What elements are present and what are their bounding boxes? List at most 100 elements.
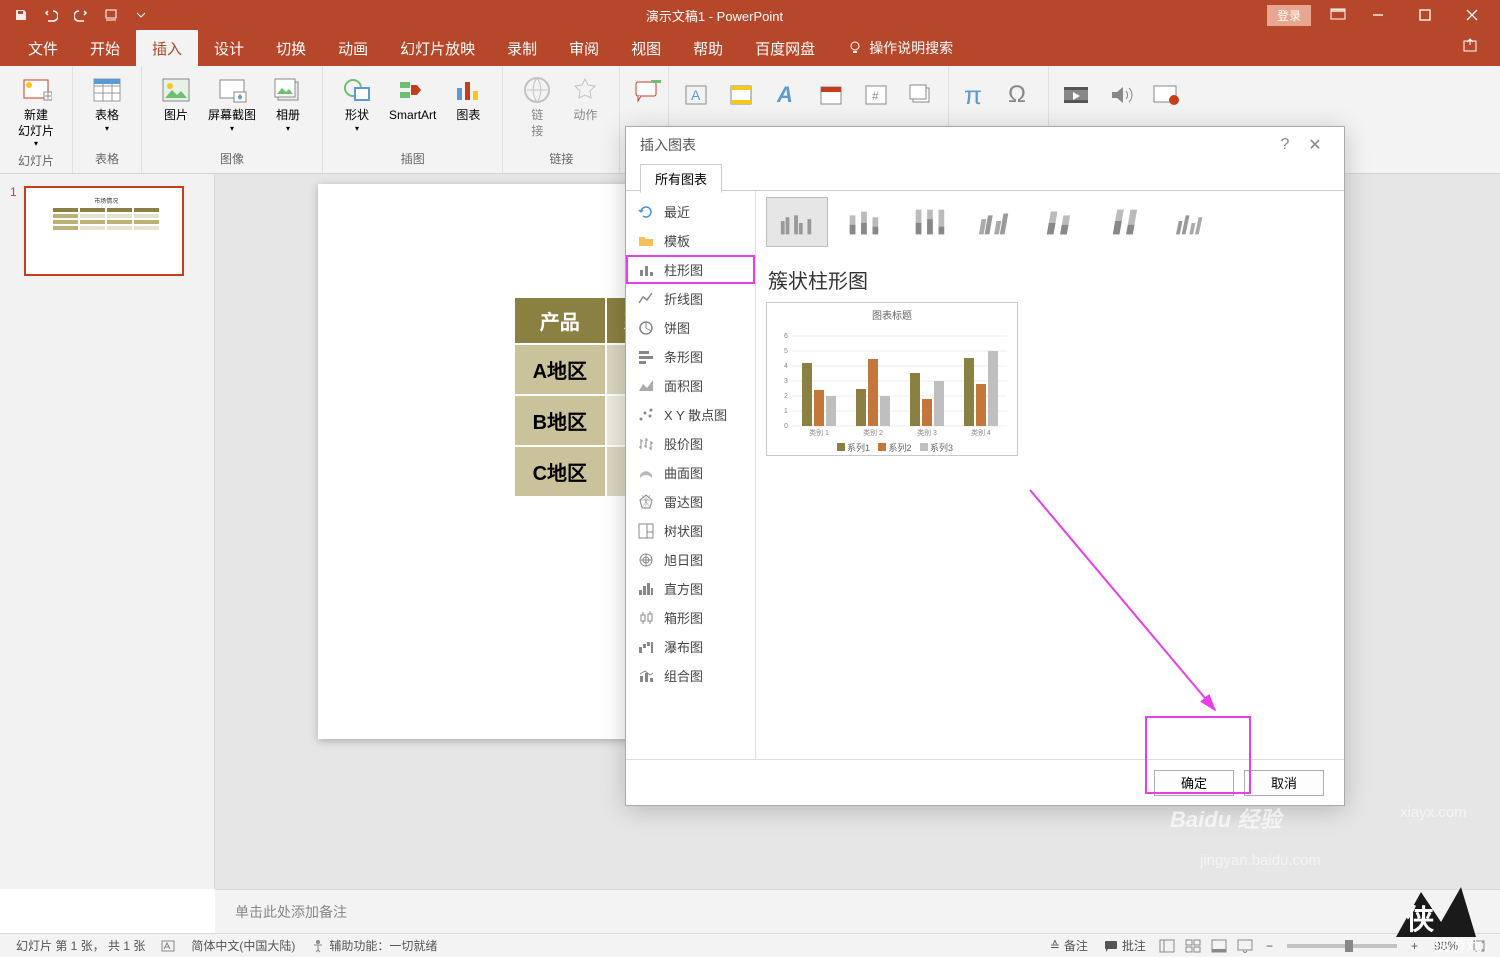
tab-help[interactable]: 帮助 <box>677 30 739 67</box>
view-sorter-button[interactable] <box>1180 936 1206 956</box>
view-normal-button[interactable] <box>1154 936 1180 956</box>
screenshot-button[interactable]: 屏幕截图▾ <box>202 72 262 148</box>
undo-icon[interactable] <box>38 2 64 28</box>
tab-review[interactable]: 审阅 <box>553 30 615 67</box>
qat-customize-icon[interactable] <box>128 2 154 28</box>
new-slide-button[interactable]: 新建 幻灯片▾ <box>12 72 60 150</box>
dialog-help-button[interactable]: ? <box>1270 136 1300 154</box>
tab-design[interactable]: 设计 <box>198 30 260 67</box>
cat-pie[interactable]: 饼图 <box>626 313 755 342</box>
audio-button[interactable] <box>1100 74 1142 116</box>
minimize-button[interactable] <box>1355 1 1400 29</box>
cat-templates[interactable]: 模板 <box>626 226 755 255</box>
group-images-label: 图像 <box>220 150 244 169</box>
cat-scatter[interactable]: X Y 散点图 <box>626 400 755 429</box>
picture-button[interactable]: 图片 <box>154 72 198 148</box>
dialog-close-button[interactable]: ✕ <box>1300 135 1330 155</box>
variant-3d-column[interactable] <box>1162 197 1224 247</box>
slide-thumbnail-1[interactable]: 市场情况 <box>24 186 184 276</box>
dialog-titlebar[interactable]: 插入图表 ? ✕ <box>626 127 1344 163</box>
save-icon[interactable] <box>8 2 34 28</box>
textbox-button[interactable]: A <box>675 74 717 116</box>
table-button[interactable]: 表格▾ <box>85 72 129 148</box>
svg-text:类别 4: 类别 4 <box>971 428 991 436</box>
cat-column[interactable]: 柱形图 <box>626 255 755 284</box>
cat-surface[interactable]: 曲面图 <box>626 458 755 487</box>
cat-waterfall[interactable]: 瀑布图 <box>626 632 755 661</box>
chart-category-list[interactable]: 最近 模板 柱形图 折线图 饼图 条形图 面积图 X Y 散点图 股价图 曲面图… <box>626 191 756 759</box>
share-button[interactable] <box>1462 37 1480 59</box>
cat-bar[interactable]: 条形图 <box>626 342 755 371</box>
variant-3d-stacked[interactable] <box>1030 197 1092 247</box>
tab-record[interactable]: 录制 <box>491 30 553 67</box>
start-from-beginning-icon[interactable] <box>98 2 124 28</box>
dialog-tab-all-charts[interactable]: 所有图表 <box>640 164 722 193</box>
variant-clustered-column[interactable] <box>766 197 828 247</box>
status-spell-icon[interactable] <box>153 939 183 953</box>
tab-view[interactable]: 视图 <box>615 30 677 67</box>
pie-chart-icon <box>638 320 654 336</box>
header-footer-button[interactable] <box>720 74 762 116</box>
slide-number-button[interactable]: # <box>855 74 897 116</box>
tab-insert[interactable]: 插入 <box>136 30 198 67</box>
variant-3d-clustered[interactable] <box>964 197 1026 247</box>
dialog-ok-button[interactable]: 确定 <box>1154 770 1234 796</box>
sunburst-icon <box>638 552 654 568</box>
svg-text:5: 5 <box>784 348 788 355</box>
date-time-button[interactable] <box>810 74 852 116</box>
login-button[interactable]: 登录 <box>1267 5 1311 26</box>
equation-button[interactable]: π <box>955 74 997 116</box>
tab-slideshow[interactable]: 幻灯片放映 <box>384 30 491 67</box>
cat-line[interactable]: 折线图 <box>626 284 755 313</box>
textbox-icon: A <box>683 82 709 108</box>
comment-button[interactable] <box>626 70 668 112</box>
screen-recording-button[interactable] <box>1145 74 1187 116</box>
wordart-icon: A <box>773 82 799 108</box>
ribbon-options-icon[interactable] <box>1323 1 1353 29</box>
tell-me-search[interactable]: 操作说明搜索 <box>847 38 953 58</box>
redo-icon[interactable] <box>68 2 94 28</box>
view-reading-button[interactable] <box>1206 936 1232 956</box>
cat-recent[interactable]: 最近 <box>626 197 755 226</box>
tab-transitions[interactable]: 切换 <box>260 30 322 67</box>
zoom-out-button[interactable]: − <box>1258 939 1281 953</box>
album-button[interactable]: 相册▾ <box>266 72 310 148</box>
status-language[interactable]: 简体中文(中国大陆) <box>183 937 303 954</box>
comment-icon <box>633 77 661 105</box>
symbol-button[interactable]: Ω <box>1000 74 1042 116</box>
shapes-button[interactable]: 形状▾ <box>335 72 379 148</box>
close-button[interactable] <box>1449 1 1494 29</box>
video-button[interactable] <box>1055 74 1097 116</box>
status-comments-button[interactable]: 批注 <box>1096 937 1154 954</box>
status-accessibility[interactable]: 辅助功能：一切就绪 <box>303 937 445 954</box>
cat-treemap[interactable]: 树状图 <box>626 516 755 545</box>
cat-combo[interactable]: 组合图 <box>626 661 755 690</box>
cat-histogram[interactable]: 直方图 <box>626 574 755 603</box>
action-button[interactable]: 动作 <box>563 72 607 148</box>
cat-area[interactable]: 面积图 <box>626 371 755 400</box>
dialog-cancel-button[interactable]: 取消 <box>1244 770 1324 796</box>
view-slideshow-button[interactable] <box>1232 936 1258 956</box>
shapes-icon <box>341 74 373 106</box>
chart-button[interactable]: 图表 <box>446 72 490 148</box>
smartart-button[interactable]: SmartArt <box>383 72 442 148</box>
tab-home[interactable]: 开始 <box>74 30 136 67</box>
variant-stacked-column[interactable] <box>832 197 894 247</box>
variant-3d-100-stacked[interactable] <box>1096 197 1158 247</box>
cat-boxwhisker[interactable]: 箱形图 <box>626 603 755 632</box>
maximize-button[interactable] <box>1402 1 1447 29</box>
cat-stock[interactable]: 股价图 <box>626 429 755 458</box>
chart-preview[interactable]: 图表标题 0123456 类别 1 类别 2 <box>766 302 1018 456</box>
notes-pane[interactable]: 单击此处添加备注 <box>215 889 1500 933</box>
link-button[interactable]: 链 接 <box>515 72 559 148</box>
slide-thumbnails-panel[interactable]: 1 市场情况 <box>0 174 215 889</box>
tab-animations[interactable]: 动画 <box>322 30 384 67</box>
cat-sunburst[interactable]: 旭日图 <box>626 545 755 574</box>
tab-file[interactable]: 文件 <box>12 30 74 67</box>
object-button[interactable] <box>900 74 942 116</box>
tab-baidu-netdisk[interactable]: 百度网盘 <box>739 30 831 67</box>
status-notes-button[interactable]: ≙ 备注 <box>1042 937 1096 954</box>
variant-100-stacked-column[interactable] <box>898 197 960 247</box>
cat-radar[interactable]: 雷达图 <box>626 487 755 516</box>
wordart-button[interactable]: A <box>765 74 807 116</box>
